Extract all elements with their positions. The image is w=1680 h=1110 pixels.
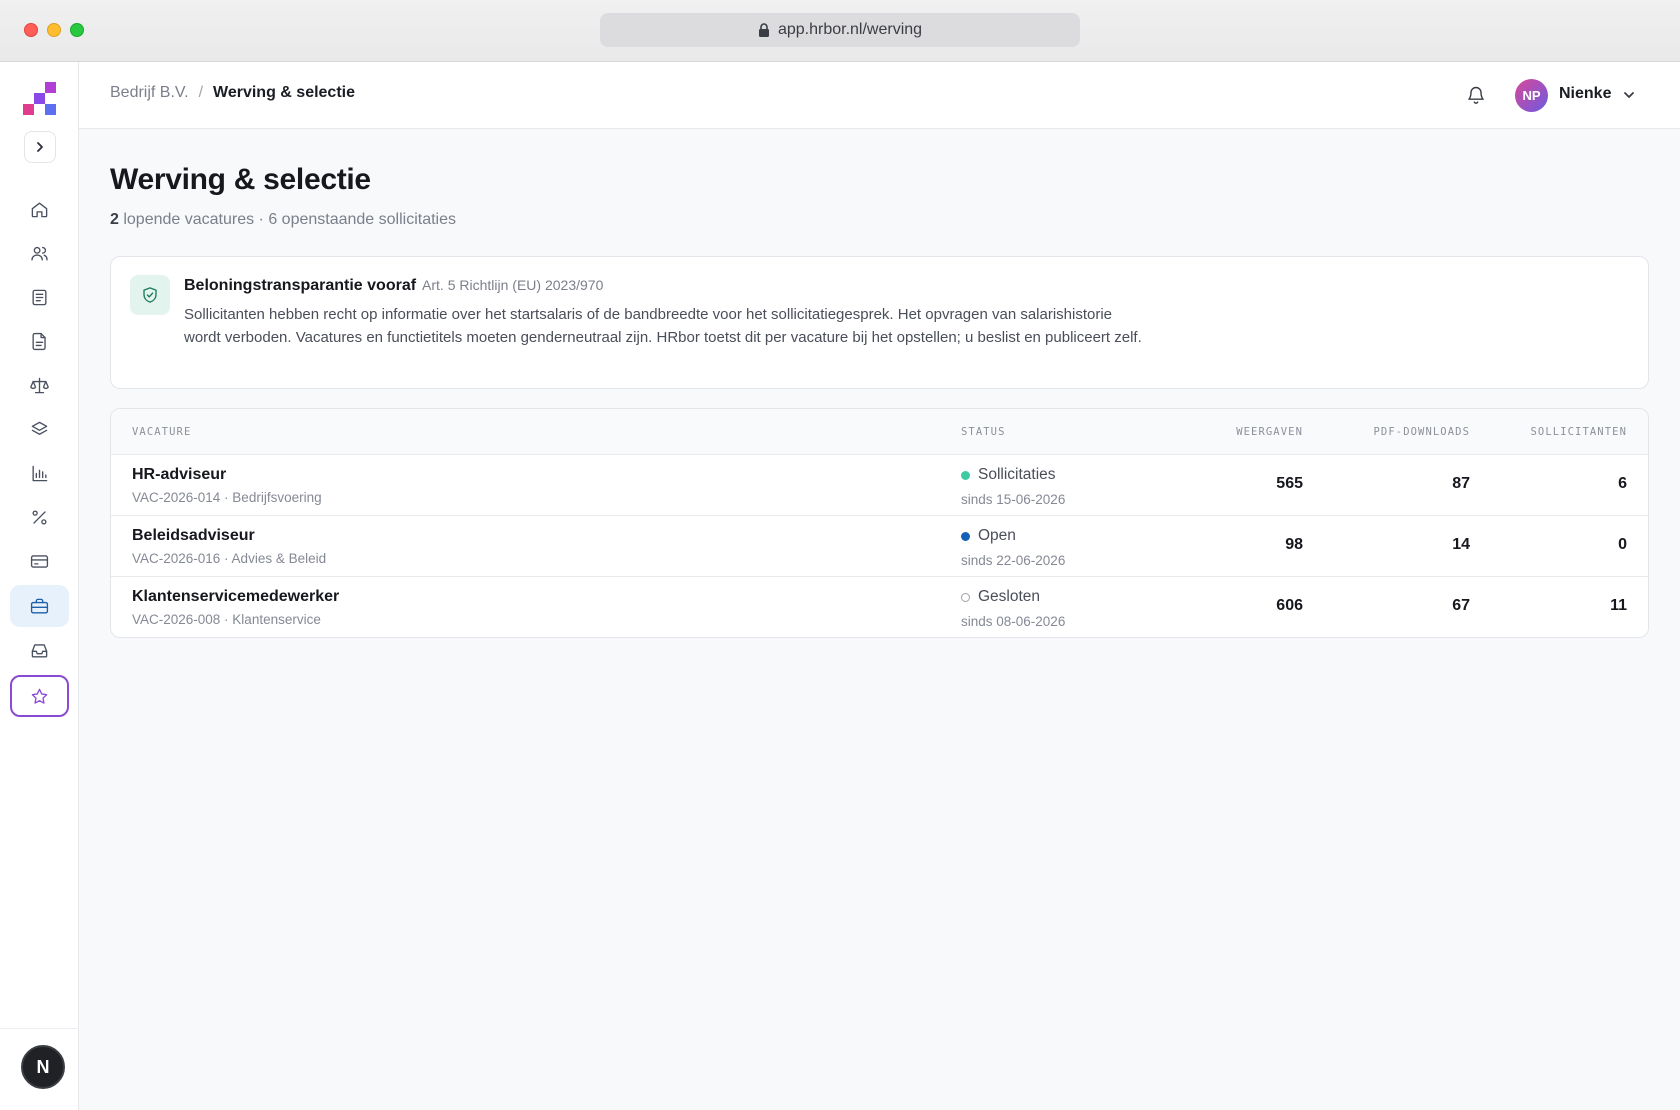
pay-transparency-notice: Beloningstransparantie vooraf Art. 5 Rich… — [110, 256, 1649, 389]
column-header-weergaven[interactable]: WEERGAVEN — [1236, 426, 1303, 438]
sidebar-item-users[interactable] — [10, 232, 69, 274]
user-name[interactable]: Nienke — [1559, 85, 1611, 103]
sidebar: N — [0, 62, 79, 1110]
views-count: 606 — [1276, 597, 1303, 614]
percent-icon — [32, 509, 47, 525]
page-subtitle: 2 lopende vacatures · 6 openstaande soll… — [110, 211, 456, 229]
scale-icon — [30, 377, 49, 393]
table-header: VACATURE STATUS WEERGAVEN PDF-DOWNLOADS … — [111, 409, 1648, 455]
status-label: Open — [978, 527, 1016, 544]
breadcrumb-current: Werving & selectie — [213, 84, 355, 101]
table-row[interactable]: Klantenservicemedewerker VAC-2026-008 · … — [111, 577, 1648, 637]
pdf-downloads-count: 87 — [1452, 475, 1470, 492]
vacancy-title[interactable]: HR-adviseur — [132, 466, 226, 484]
applicants-count: 11 — [1610, 597, 1627, 614]
table-row[interactable]: HR-adviseur VAC-2026-014 · Bedrijfsvoeri… — [111, 455, 1648, 516]
notice-icon-wrapper — [130, 275, 170, 315]
maximize-window-button[interactable] — [70, 23, 84, 37]
notice-title: Beloningstransparantie vooraf Art. 5 Rich… — [184, 277, 603, 295]
applicants-count: 6 — [1618, 475, 1627, 492]
views-count: 98 — [1285, 536, 1303, 553]
chevron-down-icon — [1624, 92, 1634, 98]
user-menu-toggle[interactable] — [1622, 88, 1636, 102]
shield-check-icon — [143, 287, 157, 303]
notifications-button[interactable] — [1466, 85, 1488, 107]
breadcrumb-parent[interactable]: Bedrijf B.V. — [110, 84, 189, 102]
sidebar-divider — [0, 1028, 79, 1029]
status-since: sinds 08-06-2026 — [961, 614, 1066, 629]
status-label: Sollicitaties — [978, 466, 1056, 483]
inbox-icon — [31, 643, 48, 658]
status-badge: Open — [961, 527, 1016, 545]
credit-card-icon — [30, 554, 49, 568]
address-bar[interactable]: app.hrbor.nl/werving — [600, 13, 1080, 47]
users-icon — [31, 246, 48, 261]
sidebar-item-list[interactable] — [10, 276, 69, 318]
applicants-count: 0 — [1618, 536, 1627, 553]
briefcase-icon — [30, 598, 49, 614]
vacancy-count: 2 — [110, 211, 119, 228]
list-icon — [32, 289, 47, 305]
sidebar-item-inbox[interactable] — [10, 629, 69, 671]
close-window-button[interactable] — [24, 23, 38, 37]
sidebar-item-favorites[interactable] — [10, 675, 69, 717]
status-label: Gesloten — [978, 588, 1041, 605]
layers-icon — [31, 421, 48, 435]
vacancy-meta: VAC-2026-008 · Klantenservice — [132, 612, 321, 627]
minimize-window-button[interactable] — [47, 23, 61, 37]
star-icon — [31, 688, 48, 704]
column-header-sollicitanten[interactable]: SOLLICITANTEN — [1531, 426, 1627, 438]
chevron-right-icon — [37, 142, 43, 152]
sidebar-item-reports[interactable] — [10, 452, 69, 494]
vacancy-meta: VAC-2026-016 · Advies & Beleid — [132, 551, 327, 566]
sidebar-item-layers[interactable] — [10, 408, 69, 450]
status-badge: Sollicitaties — [961, 466, 1056, 484]
column-header-status[interactable]: STATUS — [961, 426, 1006, 438]
expand-sidebar-button[interactable] — [24, 131, 56, 163]
vacancies-table: VACATURE STATUS WEERGAVEN PDF-DOWNLOADS … — [110, 408, 1649, 638]
user-avatar[interactable]: NP — [1515, 79, 1548, 112]
notice-reference: Art. 5 Richtlijn (EU) 2023/970 — [422, 277, 604, 293]
breadcrumb: Bedrijf B.V. / Werving & selectie — [110, 84, 355, 102]
sidebar-item-payments[interactable] — [10, 540, 69, 582]
views-count: 565 — [1276, 475, 1303, 492]
sidebar-item-home[interactable] — [10, 188, 69, 230]
status-dot — [961, 531, 970, 541]
subtitle-text: lopende vacatures · 6 openstaande sollic… — [118, 211, 457, 228]
sidebar-item-recruitment[interactable] — [10, 585, 69, 627]
pdf-downloads-count: 67 — [1452, 597, 1470, 614]
hrbor-logo[interactable] — [22, 82, 56, 116]
notice-title-text: Beloningstransparantie vooraf — [184, 277, 417, 294]
bell-icon — [1468, 86, 1484, 104]
notice-body: Sollicitanten hebben recht op informatie… — [184, 306, 1142, 346]
status-dot — [961, 592, 970, 602]
topbar: Bedrijf B.V. / Werving & selectie NP Nie… — [79, 62, 1680, 129]
vacancy-title[interactable]: Klantenservicemedewerker — [132, 588, 339, 606]
pdf-downloads-count: 14 — [1452, 536, 1470, 553]
sidebar-item-documents[interactable] — [10, 320, 69, 362]
lock-icon — [758, 23, 769, 37]
workspace-avatar[interactable]: N — [21, 1045, 65, 1089]
document-icon — [32, 332, 46, 350]
status-dot — [961, 470, 970, 480]
table-row[interactable]: Beleidsadviseur VAC-2026-016 · Advies & … — [111, 516, 1648, 577]
vacancy-meta: VAC-2026-014 · Bedrijfsvoering — [132, 490, 322, 505]
status-since: sinds 22-06-2026 — [961, 553, 1066, 568]
page-title: Werving & selectie — [110, 163, 371, 196]
column-header-vacature[interactable]: VACATURE — [132, 426, 191, 438]
browser-chrome: app.hrbor.nl/werving — [0, 0, 1680, 62]
column-header-pdf-downloads[interactable]: PDF-DOWNLOADS — [1374, 426, 1470, 438]
home-icon — [31, 201, 48, 217]
breadcrumb-separator: / — [198, 84, 204, 101]
status-badge: Gesloten — [961, 588, 1040, 606]
sidebar-item-percent[interactable] — [10, 496, 69, 538]
sidebar-item-legal[interactable] — [10, 364, 69, 406]
vacancy-title[interactable]: Beleidsadviseur — [132, 527, 255, 545]
url-text: app.hrbor.nl/werving — [777, 21, 923, 38]
bar-chart-icon — [32, 465, 48, 481]
status-since: sinds 15-06-2026 — [961, 492, 1066, 507]
